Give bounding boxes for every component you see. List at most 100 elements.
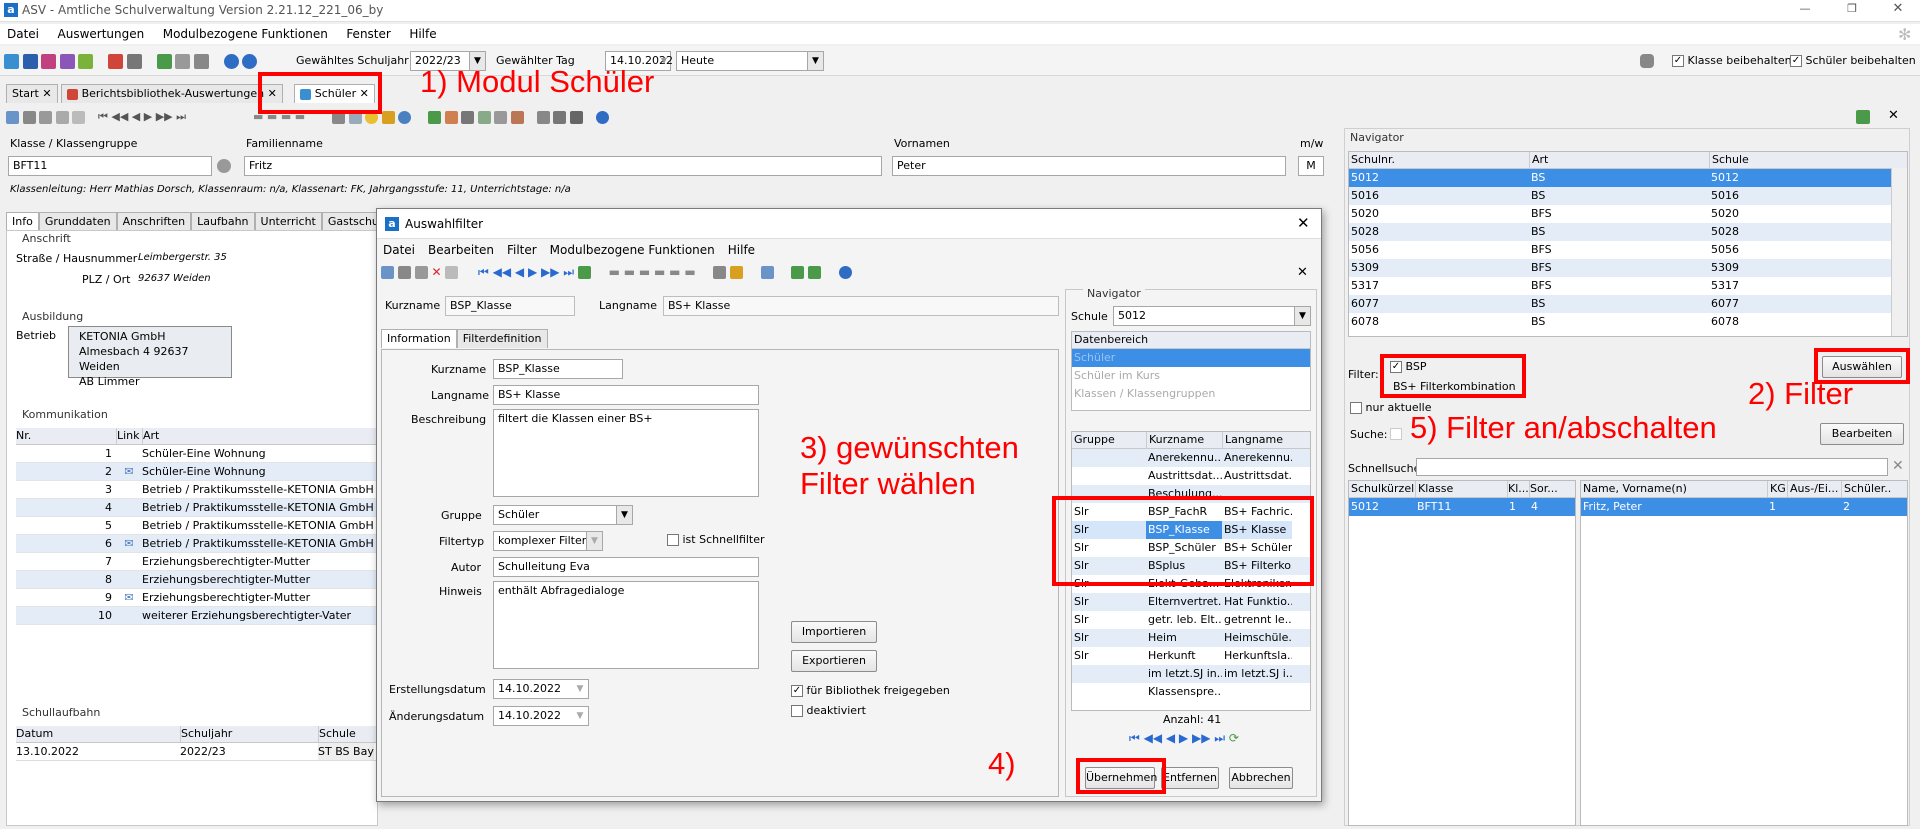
col-art[interactable]: Art (1529, 152, 1709, 168)
library-icon[interactable] (108, 54, 123, 69)
broom-icon[interactable] (730, 266, 744, 279)
table-row[interactable]: Anerekennu...Anerekennu... (1072, 449, 1310, 467)
col-schule[interactable]: Schule (318, 726, 374, 742)
erstellung-field[interactable]: 14.10.2022 ▼ (493, 679, 589, 699)
clock-icon[interactable] (398, 110, 412, 124)
table-row[interactable]: 5012 BS 5012 (1349, 169, 1907, 187)
table-row[interactable]: 5 Betrieb / Praktikumsstelle-KETONIA GmbH (16, 517, 378, 535)
table-row[interactable]: 5020 BFS 5020 (1349, 205, 1907, 223)
col-datum[interactable]: Datum (16, 726, 180, 742)
autor-field[interactable]: Schulleitung Eva (493, 557, 759, 577)
table-row[interactable]: Slr Herkunft Herkunftsla... (1072, 647, 1310, 665)
person-icon[interactable] (444, 110, 458, 124)
klasse-beibehalten-checkbox[interactable]: ✓ Klasse beibehalten (1672, 54, 1792, 67)
refresh-panel-icon[interactable] (1856, 110, 1870, 124)
tab-berichtsbibliothek[interactable]: Berichtsbibliothek-Auswertungen ✕ (61, 84, 283, 103)
table-row[interactable]: 5056 BFS 5056 (1349, 241, 1907, 259)
document-icon[interactable] (477, 110, 491, 124)
col-schule[interactable]: Schule (1709, 152, 1889, 168)
col-gruppe[interactable]: Gruppe (1072, 432, 1146, 448)
tag-dropdown[interactable]: ▼ (657, 51, 671, 71)
table-row[interactable]: Fritz, Peter 1 2 (1581, 498, 1907, 516)
dialog-kurzname-field[interactable]: BSP_Klasse (445, 296, 575, 316)
tab-laufbahn[interactable]: Laufbahn (191, 212, 255, 231)
mail-icon[interactable]: ✉ (116, 589, 142, 606)
new-icon[interactable] (381, 266, 394, 279)
new-icon[interactable] (6, 110, 19, 124)
freigegeben-checkbox[interactable]: ✓ für Bibliothek freigegeben (791, 684, 950, 697)
table-row[interactable]: 5028 BS 5028 (1349, 223, 1907, 241)
col-sor[interactable]: Sor... (1529, 481, 1557, 497)
bearbeiten-button[interactable]: Bearbeiten (1820, 423, 1904, 445)
table-row[interactable]: Slr Heim Heimschüle... (1072, 629, 1310, 647)
dialog-menu-filter[interactable]: Filter (507, 243, 537, 257)
tab-anschriften[interactable]: Anschriften (116, 212, 192, 231)
col-nr[interactable]: Nr. (16, 428, 116, 444)
col-link[interactable]: Link (116, 428, 142, 444)
list-item[interactable]: Schüler (1072, 349, 1310, 367)
betrieb-card[interactable]: KETONIA GmbH Almesbach 4 92637 Weiden AB… (68, 326, 232, 388)
students-icon[interactable] (4, 54, 19, 69)
table-row[interactable]: Klassenspre... (1072, 683, 1310, 701)
abbrechen-button[interactable]: Abbrechen (1229, 767, 1293, 789)
copy-icon[interactable] (72, 110, 85, 124)
table-row[interactable]: 7 Erziehungsberechtigter-Mutter (16, 553, 378, 571)
table-row[interactable]: 10 weiterer Erziehungsberechtigter-Vater (16, 607, 378, 625)
dialog-menu-modul[interactable]: Modulbezogene Funktionen (550, 243, 715, 257)
table-row[interactable]: 6077 BS 6077 (1349, 295, 1907, 313)
nav-navigation-icons[interactable]: ⏮ ◀◀ ◀ ▶ ▶▶ ⏭ ⟳ (1129, 731, 1239, 746)
list-item[interactable]: Schüler im Kurs (1072, 367, 1310, 385)
table-row[interactable]: 1 Schüler-Eine Wohnung (16, 445, 378, 463)
table-row[interactable]: 8 Erziehungsberechtigter-Mutter (16, 571, 378, 589)
fit-icon[interactable] (760, 266, 774, 279)
dialog-close-icon[interactable]: ✕ (1297, 265, 1308, 280)
importieren-button[interactable]: Importieren (791, 621, 877, 643)
mw-field[interactable]: M (1298, 156, 1324, 176)
table-row[interactable]: 5309 BFS 5309 (1349, 259, 1907, 277)
dialog-menu-hilfe[interactable]: Hilfe (728, 243, 755, 257)
nav-schule-select[interactable]: 5012 ▼ (1113, 306, 1311, 326)
suche-checkbox[interactable] (1390, 427, 1402, 440)
undo-icon[interactable] (39, 110, 52, 124)
delete-icon[interactable]: ✕ (431, 265, 441, 279)
close-icon[interactable]: ✕ (42, 87, 51, 100)
export-icon[interactable] (156, 54, 172, 69)
dialog-langname-field[interactable]: BS+ Klasse (663, 296, 1059, 316)
schnellsuche-input[interactable] (1416, 458, 1888, 476)
close-panel-icon[interactable]: ✕ (1888, 108, 1899, 123)
col-langname[interactable]: Langname (1222, 432, 1292, 448)
menu-auswertungen[interactable]: Auswertungen (58, 27, 145, 41)
klasse-field[interactable]: BFT11 (8, 156, 212, 176)
table-row[interactable]: 5317 BFS 5317 (1349, 277, 1907, 295)
save-icon[interactable] (22, 110, 36, 124)
schnellfilter-checkbox[interactable]: ist Schnellfilter (667, 533, 765, 546)
exportieren-button[interactable]: Exportieren (791, 650, 877, 672)
col-schueler[interactable]: Schüler... (1841, 481, 1891, 497)
table-row[interactable]: Slr Elternvertret...Hat Funktio... (1072, 593, 1310, 611)
col-ausei[interactable]: Aus-/Ei... (1787, 481, 1841, 497)
navigation-icons[interactable]: ⏮ ◀◀ ◀ ▶ ▶▶ ⏭ (478, 265, 574, 279)
classes-icon[interactable] (22, 54, 38, 69)
info-icon[interactable] (223, 54, 239, 69)
col-kl[interactable]: Kl... (1507, 481, 1529, 497)
download-icon[interactable] (808, 266, 822, 279)
clear-search-icon[interactable]: ✕ (1892, 458, 1904, 474)
table-row[interactable]: Austrittsdat...Austrittsdat... (1072, 467, 1310, 485)
familienname-field[interactable]: Fritz (244, 156, 882, 176)
broom-icon[interactable] (381, 110, 395, 124)
tab-unterricht[interactable]: Unterricht (254, 212, 322, 231)
lightning-icon[interactable] (193, 54, 209, 69)
aenderung-field[interactable]: 14.10.2022 ▼ (493, 706, 589, 726)
save-icon[interactable] (397, 266, 411, 279)
refresh-icon[interactable] (428, 110, 442, 124)
filtertyp-select[interactable]: komplexer Filter ▼ (493, 531, 603, 551)
table-row[interactable]: 6078 BS 6078 (1349, 313, 1907, 331)
col-klasse[interactable]: Klasse (1415, 481, 1507, 497)
print-icon[interactable] (126, 54, 142, 69)
print-icon[interactable] (713, 266, 727, 279)
copy-icon[interactable] (445, 266, 459, 279)
menu-datei[interactable]: Datei (7, 27, 39, 41)
minimize-button[interactable]: — (1793, 2, 1817, 18)
table-row[interactable]: 2 ✉ Schüler-Eine Wohnung (16, 463, 378, 481)
col-schuljahr[interactable]: Schuljahr (180, 726, 318, 742)
